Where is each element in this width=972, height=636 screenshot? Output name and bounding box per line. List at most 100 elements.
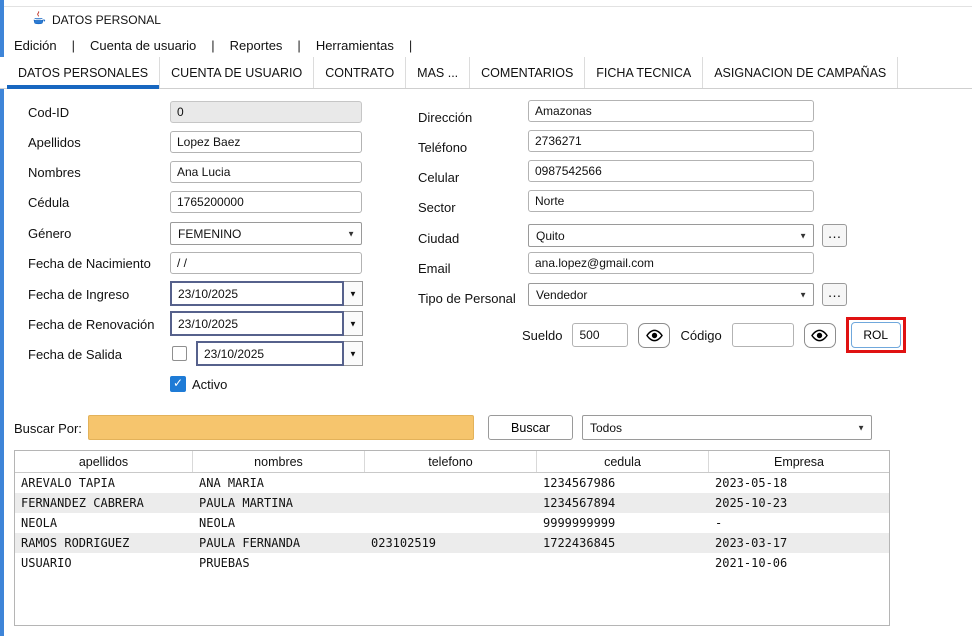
apellidos-input[interactable] [170,131,362,153]
cod-id-label: Cod-ID [28,105,69,120]
table-row[interactable]: RAMOS RODRIGUEZ PAULA FERNANDA 023102519… [15,533,889,553]
direccion-label: Dirección [418,110,472,125]
table-cell: USUARIO [15,553,193,573]
table-cell: PAULA MARTINA [193,493,365,513]
codigo-input[interactable] [732,323,794,347]
cod-id-input [170,101,362,123]
ciudad-select[interactable]: Quito [528,224,814,247]
menu-reportes[interactable]: Reportes [230,38,283,53]
celular-input[interactable] [528,160,814,182]
fecha-renovacion-dropdown-button[interactable] [344,311,363,336]
genero-select[interactable]: FEMENINO [170,222,362,245]
table-cell: ANA MARIA [193,473,365,493]
fecha-salida-dropdown-button[interactable] [344,341,363,366]
highlight-box: ROL [846,317,906,353]
fecha-ingreso-dropdown-button[interactable] [344,281,363,306]
sueldo-input[interactable] [572,323,628,347]
table-row[interactable]: NEOLA NEOLA 9999999999 - [15,513,889,533]
column-header-telefono[interactable]: telefono [365,451,537,472]
menu-separator: | [409,38,412,53]
tab-comentarios[interactable]: COMENTARIOS [470,57,585,88]
telefono-input[interactable] [528,130,814,152]
results-table: apellidos nombres telefono cedula Empres… [14,450,890,626]
table-row[interactable]: USUARIO PRUEBAS 2021-10-06 [15,553,889,573]
menu-separator: | [297,38,300,53]
email-label: Email [418,261,451,276]
tab-mas[interactable]: MAS ... [406,57,470,88]
filter-select[interactable]: Todos [582,415,872,440]
menu-separator: | [211,38,214,53]
fecha-renovacion-label: Fecha de Renovación [28,317,154,332]
menu-herramientas[interactable]: Herramientas [316,38,394,53]
tipo-personal-more-button[interactable]: … [822,283,847,306]
buscar-por-label: Buscar Por: [14,421,82,436]
table-cell: - [709,513,889,533]
table-cell: NEOLA [15,513,193,533]
activo-checkbox[interactable] [170,376,186,392]
app-window: DATOS PERSONAL Edición | Cuenta de usuar… [0,0,972,636]
column-header-apellidos[interactable]: apellidos [15,451,193,472]
table-cell [365,513,537,533]
fecha-nacimiento-input[interactable] [170,252,362,274]
table-cell: NEOLA [193,513,365,533]
direccion-input[interactable] [528,100,814,122]
fecha-salida-label: Fecha de Salida [28,347,122,362]
ciudad-label: Ciudad [418,231,459,246]
menu-cuenta-de-usuario[interactable]: Cuenta de usuario [90,38,196,53]
table-cell [365,493,537,513]
celular-label: Celular [418,170,459,185]
tab-datos-personales[interactable]: DATOS PERSONALES [7,57,160,88]
window-top-border [4,6,972,7]
tipo-personal-selected-value: Vendedor [536,288,587,302]
genero-selected-value: FEMENINO [178,227,241,241]
email-input[interactable] [528,252,814,274]
ciudad-selected-value: Quito [536,229,565,243]
sueldo-label: Sueldo [522,328,562,343]
cedula-input[interactable] [170,191,362,213]
rol-button[interactable]: ROL [851,322,901,348]
fecha-renovacion-value[interactable]: 23/10/2025 [170,311,344,336]
nombres-input[interactable] [170,161,362,183]
table-cell: 1722436845 [537,533,709,553]
eye-icon [645,329,664,342]
tab-contrato[interactable]: CONTRATO [314,57,406,88]
column-header-nombres[interactable]: nombres [193,451,365,472]
table-cell: 1234567894 [537,493,709,513]
genero-label: Género [28,226,71,241]
tab-cuenta-de-usuario[interactable]: CUENTA DE USUARIO [160,57,314,88]
table-row[interactable]: FERNANDEZ CABRERA PAULA MARTINA 12345678… [15,493,889,513]
search-input[interactable] [88,415,474,440]
fecha-salida-value[interactable]: 23/10/2025 [196,341,344,366]
menu-edicion[interactable]: Edición [14,38,57,53]
tab-asignacion-de-campanas[interactable]: ASIGNACION DE CAMPAÑAS [703,57,898,88]
table-cell: 023102519 [365,533,537,553]
table-header-row: apellidos nombres telefono cedula Empres… [15,451,889,473]
fecha-ingreso-label: Fecha de Ingreso [28,287,129,302]
cedula-label: Cédula [28,195,69,210]
fecha-renovacion-picker: 23/10/2025 [170,311,363,336]
column-header-empresa[interactable]: Empresa [709,451,889,472]
fecha-ingreso-value[interactable]: 23/10/2025 [170,281,344,306]
menu-bar: Edición | Cuenta de usuario | Reportes |… [14,36,412,54]
ciudad-more-button[interactable]: … [822,224,847,247]
column-header-cedula[interactable]: cedula [537,451,709,472]
fecha-ingreso-picker: 23/10/2025 [170,281,363,306]
table-cell [537,553,709,573]
sector-input[interactable] [528,190,814,212]
activo-label: Activo [192,377,227,392]
table-row[interactable]: AREVALO TAPIA ANA MARIA 1234567986 2023-… [15,473,889,493]
table-cell: 2023-05-18 [709,473,889,493]
sueldo-show-button[interactable] [638,323,670,348]
tab-ficha-tecnica[interactable]: FICHA TECNICA [585,57,703,88]
buscar-button[interactable]: Buscar [488,415,573,440]
codigo-show-button[interactable] [804,323,836,348]
window-edge [0,0,4,636]
fecha-salida-checkbox[interactable] [172,346,187,361]
fecha-salida-picker: 23/10/2025 [196,341,363,366]
table-cell: 2025-10-23 [709,493,889,513]
table-cell: 2023-03-17 [709,533,889,553]
tipo-personal-select[interactable]: Vendedor [528,283,814,306]
table-cell: RAMOS RODRIGUEZ [15,533,193,553]
table-cell [365,473,537,493]
apellidos-label: Apellidos [28,135,81,150]
